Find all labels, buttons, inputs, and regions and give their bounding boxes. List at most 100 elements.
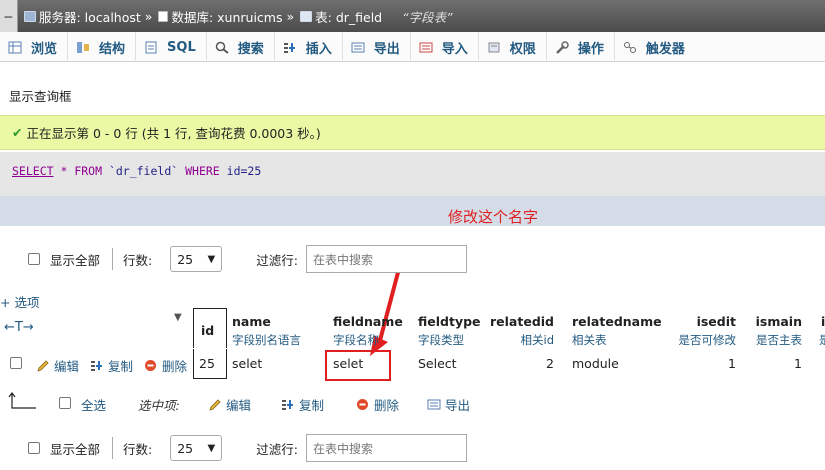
cell-fieldname[interactable]: selet (333, 356, 363, 371)
check-all-label[interactable]: 全选 (81, 395, 106, 414)
header-name[interactable]: name 字段别名语言 (232, 308, 328, 348)
filter-placeholder: 在表中搜索 (312, 441, 373, 456)
check-all-checkbox[interactable] (59, 397, 71, 409)
cell-isedit[interactable]: 1 (728, 356, 736, 371)
header-truncated[interactable]: i 是 (814, 308, 825, 348)
header-relatedname[interactable]: relatedname 相关表 (572, 308, 662, 348)
header-relatedname-name[interactable]: relatedname (572, 314, 662, 329)
show-all-label[interactable]: 显示全部 (50, 439, 100, 458)
rows-select[interactable]: 25 ▼ (170, 246, 223, 272)
divider (112, 437, 114, 459)
header-fieldname-name[interactable]: fieldname (333, 314, 403, 329)
header-fieldtype-name[interactable]: fieldtype (418, 314, 481, 329)
header-truncated-name[interactable]: i (821, 314, 825, 329)
column-toggle-arrows-icon[interactable]: ←T→ (4, 320, 34, 335)
tab-import[interactable]: 导入 (411, 32, 479, 62)
cell-ismain[interactable]: 1 (794, 356, 802, 371)
bulk-delete-label[interactable]: 删除 (374, 395, 399, 414)
row-checkbox[interactable] (10, 357, 22, 369)
bulk-copy-button[interactable]: 复制 (281, 395, 324, 414)
show-query-box-label[interactable]: 显示查询框 (9, 86, 72, 105)
tab-sql[interactable]: SQL (136, 32, 207, 62)
bulk-actions: 全选 选中项: 编辑 复制 删除 导出 (0, 389, 825, 417)
cell-name[interactable]: selet (232, 356, 262, 371)
header-relatedid[interactable]: relatedid 相关id (490, 308, 555, 348)
show-all-checkbox[interactable] (28, 442, 40, 454)
header-id[interactable]: id (193, 308, 227, 348)
filter-input[interactable]: 在表中搜索 (305, 245, 467, 273)
insert-icon (283, 41, 297, 54)
breadcrumb-database[interactable]: 数据库: xunruicms » (158, 7, 294, 26)
row-delete-label[interactable]: 删除 (162, 356, 187, 375)
show-all-label[interactable]: 显示全部 (50, 250, 100, 269)
header-relatedid-sub: 相关id (520, 333, 555, 347)
tab-browse[interactable]: 浏览 (0, 32, 69, 62)
bulk-export-label[interactable]: 导出 (445, 395, 470, 414)
cell-id[interactable]: 25 (193, 349, 227, 379)
rows-select[interactable]: 25 ▼ (170, 435, 223, 461)
header-ismain-name[interactable]: ismain (756, 314, 802, 329)
tab-privileges-label[interactable]: 权限 (510, 38, 536, 57)
row-delete-link[interactable]: 删除 (144, 356, 187, 375)
breadcrumb-server[interactable]: 服务器: localhost » (24, 7, 152, 26)
sql-query: SELECT * FROM `dr_field` WHERE id=25 (0, 152, 825, 196)
cell-relatedname[interactable]: module (572, 356, 619, 371)
header-fieldname-sub: 字段名称 (333, 333, 379, 347)
row-edit-label[interactable]: 编辑 (54, 356, 79, 375)
bulk-delete-button[interactable]: 删除 (356, 395, 399, 414)
tab-triggers-label[interactable]: 触发器 (646, 38, 685, 57)
header-actions: ←T→ ▼ (0, 308, 190, 348)
sql-keyword-select[interactable]: SELECT (12, 164, 54, 178)
bulk-edit-label[interactable]: 编辑 (226, 395, 251, 414)
tab-export[interactable]: 导出 (343, 32, 411, 62)
check-icon: ✔ (12, 125, 23, 140)
operations-icon (555, 40, 569, 54)
sort-triangle-icon[interactable]: ▼ (174, 312, 182, 323)
filter-input[interactable]: 在表中搜索 (305, 434, 467, 462)
tab-insert-label[interactable]: 插入 (306, 38, 332, 57)
tab-triggers[interactable]: 触发器 (615, 32, 695, 62)
bulk-export-button[interactable]: 导出 (427, 395, 470, 414)
tab-search-label[interactable]: 搜索 (238, 38, 264, 57)
header-name-name[interactable]: name (232, 314, 271, 329)
breadcrumb-table-label[interactable]: 表: dr_field (315, 7, 382, 26)
header-fieldname[interactable]: fieldname 字段名称 (333, 308, 413, 348)
tab-browse-label[interactable]: 浏览 (31, 38, 57, 57)
header-isedit[interactable]: isedit 是否可修改 (670, 308, 737, 348)
breadcrumb-database-label[interactable]: 数据库: xunruicms (171, 7, 282, 26)
tab-structure-label[interactable]: 结构 (99, 38, 125, 57)
pagination-controls-top: 显示全部 行数: 25 ▼ 过滤行: 在表中搜索 (0, 244, 825, 274)
tab-import-label[interactable]: 导入 (442, 38, 468, 57)
header-id-name[interactable]: id (201, 323, 214, 338)
database-icon (158, 10, 169, 22)
row-copy-label[interactable]: 复制 (108, 356, 133, 375)
breadcrumb-server-label[interactable]: 服务器: localhost (39, 7, 141, 26)
header-ismain[interactable]: ismain 是否主表 (744, 308, 802, 348)
row-edit-link[interactable]: 编辑 (36, 356, 79, 375)
header-isedit-name[interactable]: isedit (697, 314, 736, 329)
row-copy-link[interactable]: 复制 (90, 356, 133, 375)
tab-operations-label[interactable]: 操作 (578, 38, 604, 57)
tab-structure[interactable]: 结构 (68, 32, 137, 62)
cell-fieldtype[interactable]: Select (418, 356, 457, 371)
bulk-edit-button[interactable]: 编辑 (208, 395, 251, 414)
show-all-checkbox[interactable] (28, 253, 40, 265)
tab-export-label[interactable]: 导出 (374, 38, 400, 57)
header-truncated-sub: 是 (819, 333, 825, 347)
breadcrumb-table[interactable]: 表: dr_field (300, 7, 382, 26)
tab-operations[interactable]: 操作 (547, 32, 615, 62)
tab-search[interactable]: 搜索 (207, 32, 275, 62)
header-fieldtype[interactable]: fieldtype 字段类型 (418, 308, 490, 348)
header-fieldtype-sub: 字段类型 (418, 333, 464, 347)
header-relatedid-name[interactable]: relatedid (490, 314, 554, 329)
rows-label: 行数: (123, 252, 153, 268)
tab-privileges[interactable]: 权限 (479, 32, 547, 62)
breadcrumb-separator: » (144, 8, 153, 24)
tab-insert[interactable]: 插入 (275, 32, 343, 62)
cell-relatedid[interactable]: 2 (546, 356, 554, 371)
breadcrumb-separator: » (286, 8, 295, 24)
collapse-nav-button[interactable]: − (0, 0, 18, 32)
bulk-copy-label[interactable]: 复制 (299, 395, 324, 414)
tab-sql-label[interactable]: SQL (167, 40, 196, 55)
structure-icon (76, 41, 90, 54)
